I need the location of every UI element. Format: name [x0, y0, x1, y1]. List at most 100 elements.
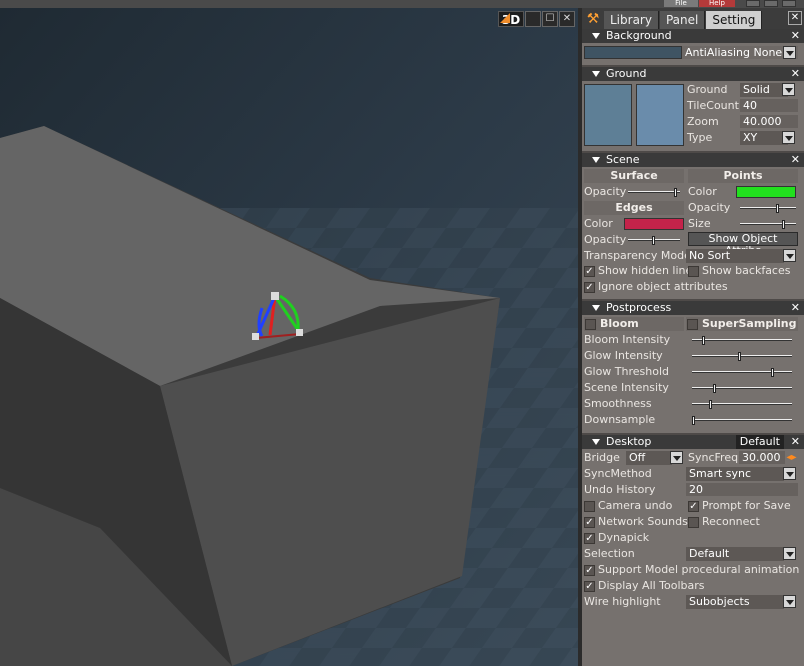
tab-panel[interactable]: Panel [659, 11, 706, 29]
chevron-down-icon[interactable] [783, 547, 796, 560]
selection-dropdown[interactable]: Default [686, 547, 784, 561]
ground-header[interactable]: Ground ✕ [582, 67, 804, 81]
slider-thumb[interactable] [701, 336, 705, 345]
ignore-object-attributes-label: Ignore object attributes [598, 280, 728, 293]
postprocess-slider[interactable] [692, 336, 792, 345]
show-hidden-lines-label: Show hidden lines [598, 264, 698, 277]
desktop-body: Bridge Off SyncFreq 30.000 ◂▸ SyncMethod… [582, 449, 804, 629]
close-section-icon[interactable]: ✕ [791, 153, 800, 167]
background-header[interactable]: Background ✕ [582, 29, 804, 43]
slider-thumb[interactable] [673, 188, 677, 197]
show-hidden-lines-checkbox[interactable]: ✓ [584, 266, 595, 277]
tab-setting[interactable]: Setting [706, 11, 763, 29]
slider-thumb[interactable] [692, 416, 695, 425]
chevron-down-icon[interactable] [782, 83, 795, 96]
syncfreq-field[interactable]: 30.000 [739, 451, 785, 464]
close-window-button[interactable] [782, 0, 796, 7]
minimize-window-button[interactable] [746, 0, 760, 7]
points-color-swatch[interactable] [736, 186, 796, 198]
display-all-toolbars-checkbox[interactable]: ✓ [584, 581, 595, 592]
postprocess-slider-label: Scene Intensity [584, 381, 669, 394]
points-size-slider[interactable] [740, 220, 796, 229]
slider-thumb[interactable] [776, 204, 780, 213]
close-viewport-button[interactable]: ✕ [559, 11, 575, 27]
maximize-viewport-button[interactable]: ☐ [542, 11, 558, 27]
viewport-toolbar: 3D ☐ ✕ [498, 11, 575, 27]
syncmethod-dropdown[interactable]: Smart sync [686, 467, 784, 481]
postprocess-slider[interactable] [692, 352, 792, 361]
chevron-down-icon[interactable] [783, 249, 796, 262]
antialiasing-value: None [753, 46, 783, 59]
close-section-icon[interactable]: ✕ [791, 29, 800, 43]
postprocess-slider[interactable] [692, 384, 792, 393]
slider-thumb[interactable] [781, 220, 785, 229]
3d-viewport[interactable]: 3D ☐ ✕ [0, 8, 578, 666]
slider-thumb[interactable] [709, 400, 713, 409]
transparency-mode-dropdown[interactable]: No Sort [686, 249, 784, 263]
close-section-icon[interactable]: ✕ [791, 435, 800, 449]
ground-dropdown[interactable]: Solid [740, 83, 788, 97]
slider-thumb[interactable] [652, 236, 655, 245]
chevron-down-icon[interactable] [783, 467, 796, 480]
tools-icon[interactable]: ⚒ [582, 10, 604, 29]
chevron-down-icon[interactable] [783, 46, 796, 59]
support-model-animation-checkbox[interactable]: ✓ [584, 565, 595, 576]
bridge-dropdown[interactable]: Off [626, 451, 672, 465]
tilecount-field[interactable]: 40 [740, 99, 798, 112]
postprocess-slider[interactable] [692, 400, 792, 409]
chevron-down-icon[interactable] [782, 131, 795, 144]
panel-tabbar: ⚒ Library Panel Setting ✕ [582, 8, 804, 29]
prompt-for-save-checkbox[interactable]: ✓ [688, 501, 699, 512]
camera-undo-label: Camera undo [598, 499, 673, 512]
supersampling-checkbox[interactable] [687, 319, 698, 330]
edges-opacity-slider[interactable] [628, 236, 680, 245]
help-menu[interactable]: Help [699, 0, 735, 7]
camera-icon[interactable] [500, 11, 541, 27]
type-dropdown[interactable]: XY [740, 131, 788, 145]
chevron-down-icon[interactable] [783, 595, 796, 608]
stepper-arrows-icon[interactable]: ◂▸ [785, 451, 798, 464]
show-object-attribs-button[interactable]: Show Object Attribs [688, 232, 798, 257]
support-model-animation-label: Support Model procedural animation [598, 563, 800, 576]
tab-library[interactable]: Library [604, 11, 659, 29]
wire-highlight-dropdown[interactable]: Subobjects [686, 595, 784, 609]
ground-color-swatch-1[interactable] [584, 84, 632, 146]
points-opacity-slider[interactable] [740, 204, 796, 213]
background-color-swatch[interactable] [584, 46, 682, 59]
close-section-icon[interactable]: ✕ [791, 67, 800, 81]
postprocess-slider[interactable] [692, 368, 792, 377]
network-sounds-checkbox[interactable]: ✓ [584, 517, 595, 528]
desktop-header[interactable]: Desktop Default ✕ [582, 435, 804, 449]
slider-thumb[interactable] [713, 384, 717, 393]
bloom-checkbox[interactable] [585, 319, 596, 330]
file-menu[interactable]: File [664, 0, 698, 7]
default-preset-button[interactable]: Default [735, 435, 784, 449]
chevron-down-icon[interactable] [670, 451, 683, 464]
zoom-field[interactable]: 40.000 [740, 115, 798, 128]
postprocess-slider-label: Bloom Intensity [584, 333, 671, 346]
selection-label: Selection [584, 547, 635, 560]
camera-undo-checkbox[interactable] [584, 501, 595, 512]
ground-color-swatch-2[interactable] [636, 84, 684, 146]
antialiasing-field[interactable]: AntiAliasing None [682, 46, 798, 59]
surface-opacity-slider[interactable] [628, 188, 680, 197]
close-section-icon[interactable]: ✕ [791, 301, 800, 315]
slider-thumb[interactable] [738, 352, 742, 361]
ignore-object-attributes-checkbox[interactable]: ✓ [584, 282, 595, 293]
collapse-icon [592, 71, 600, 77]
postprocess-slider-label: Glow Threshold [584, 365, 670, 378]
slider-thumb[interactable] [770, 368, 774, 377]
maximize-window-button[interactable] [764, 0, 778, 7]
scene-header[interactable]: Scene ✕ [582, 153, 804, 167]
postprocess-slider-label: Glow Intensity [584, 349, 663, 362]
edges-color-swatch[interactable] [624, 218, 684, 230]
ground-section: Ground ✕ Ground Solid TileCount 40 Zoom … [582, 67, 804, 153]
bloom-subheader: Bloom [584, 317, 684, 331]
show-backfaces-checkbox[interactable] [688, 266, 699, 277]
postprocess-slider[interactable] [692, 416, 792, 425]
reconnect-checkbox[interactable] [688, 517, 699, 528]
undo-history-field[interactable]: 20 [686, 483, 798, 496]
dynapick-checkbox[interactable]: ✓ [584, 533, 595, 544]
postprocess-header[interactable]: Postprocess ✕ [582, 301, 804, 315]
close-panel-button[interactable]: ✕ [788, 11, 802, 25]
